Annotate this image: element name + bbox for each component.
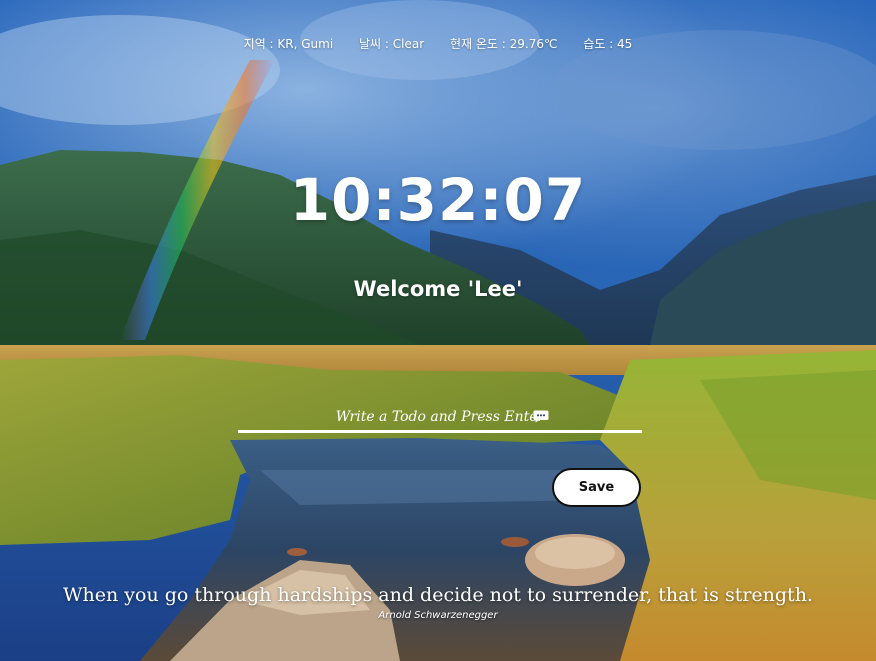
weather-humidity: 습도 : 45	[583, 37, 633, 51]
quote-text: When you go through hardships and decide…	[63, 584, 813, 606]
todo-input[interactable]	[238, 403, 642, 433]
todo-form	[238, 403, 642, 433]
clock-display: 10:32:07	[289, 166, 587, 234]
app-root: 지역 : KR, Gumi 날씨 : Clear 현재 온도 : 29.76℃ …	[0, 0, 876, 661]
weather-condition: 날씨 : Clear	[359, 37, 425, 51]
save-button[interactable]: Save	[552, 468, 641, 507]
weather-temperature: 현재 온도 : 29.76℃	[449, 37, 558, 51]
greeting-text: Welcome 'Lee'	[353, 277, 523, 301]
quote-author: Arnold Schwarzenegger	[378, 610, 498, 621]
background-landscape-image	[0, 0, 876, 661]
weather-location: 지역 : KR, Gumi	[243, 37, 334, 51]
weather-bar: 지역 : KR, Gumi 날씨 : Clear 현재 온도 : 29.76℃ …	[0, 35, 876, 52]
